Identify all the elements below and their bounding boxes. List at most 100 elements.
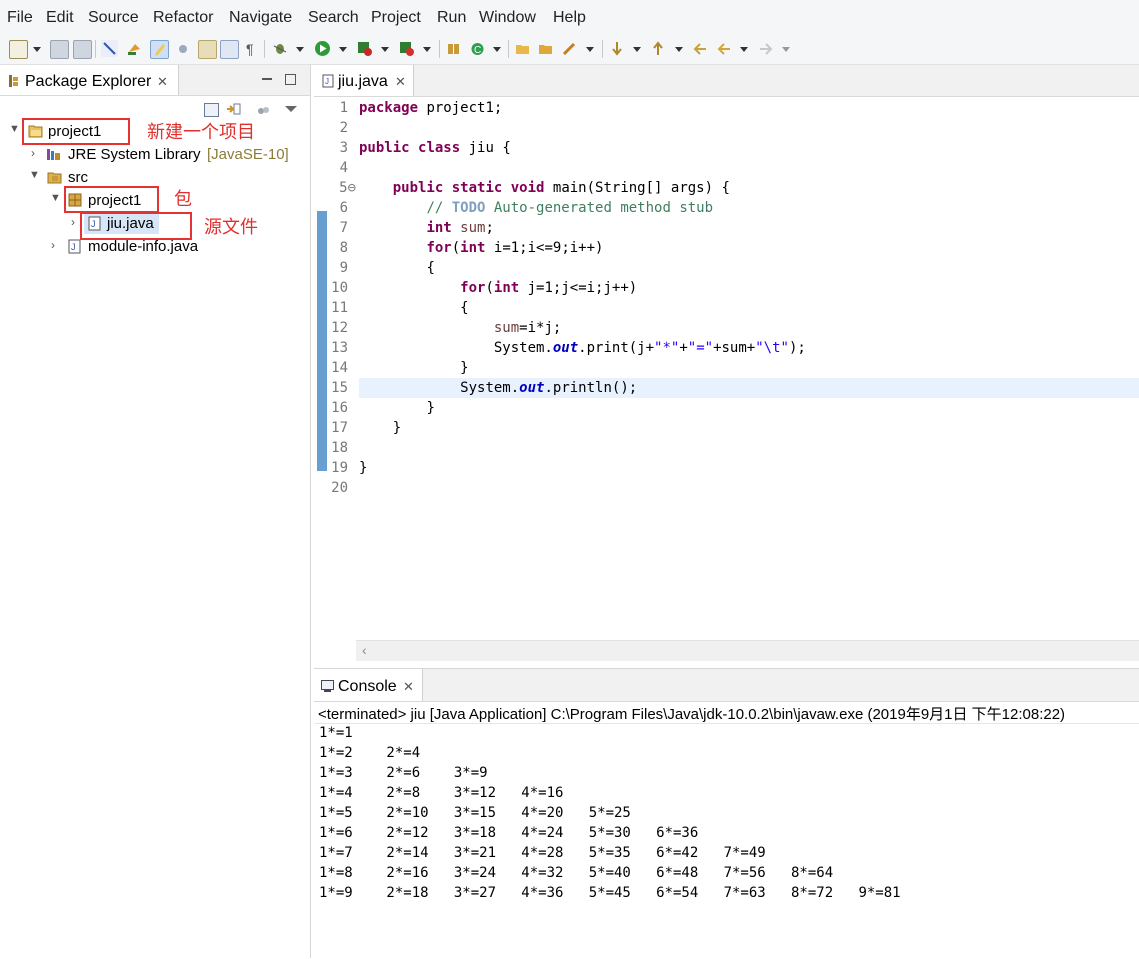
close-icon[interactable]: ✕	[395, 74, 406, 90]
forward-icon[interactable]	[757, 40, 774, 57]
line-number: 10	[331, 280, 348, 296]
run-icon[interactable]	[314, 40, 331, 57]
debug-dropdown-icon[interactable]	[296, 47, 304, 52]
search-dropdown-icon[interactable]	[586, 47, 594, 52]
show-whitespace-icon[interactable]: ¶	[243, 40, 260, 57]
menu-file[interactable]: File	[7, 9, 33, 27]
svg-text:J: J	[325, 77, 329, 86]
console-tab-label: Console	[338, 678, 397, 695]
maximize-icon[interactable]	[285, 74, 296, 85]
code-line-1[interactable]: package project1;	[359, 100, 502, 116]
menu-source[interactable]: Source	[88, 9, 139, 27]
menu-refactor[interactable]: Refactor	[153, 9, 213, 27]
code-line-7[interactable]: int sum;	[359, 220, 493, 236]
menu-search[interactable]: Search	[308, 9, 359, 27]
console-output-line: 1*=3 2*=6 3*=9	[319, 765, 488, 781]
code-line-13[interactable]: System.out.print(j+"*"+"="+sum+"\t");	[359, 340, 806, 356]
toggle-mark-icon[interactable]	[126, 40, 143, 57]
back-icon[interactable]	[716, 40, 733, 57]
previous-edit-dropdown-icon[interactable]	[675, 47, 683, 52]
tree-item-jre-library[interactable]: › JRE System Library [JavaSE-10]	[0, 144, 310, 166]
menu-run[interactable]: Run	[437, 9, 466, 27]
scroll-left-icon[interactable]: ‹	[362, 642, 367, 658]
package-explorer-panel: Package Explorer ✕ ▼ project1 › JRE Syst…	[0, 65, 311, 958]
chevron-right-icon[interactable]: ›	[31, 146, 35, 160]
line-number: 4	[339, 160, 348, 176]
filters-icon[interactable]	[257, 104, 269, 116]
tab-console[interactable]: Console ✕	[314, 669, 423, 701]
code-line-3[interactable]: public class jiu {	[359, 140, 511, 156]
code-line-6[interactable]: // TODO Auto-generated method stub	[359, 200, 713, 216]
new-java-package-icon[interactable]	[445, 40, 462, 57]
previous-edit-icon[interactable]	[650, 40, 667, 57]
line-number: 6	[339, 200, 348, 216]
toolbar-separator	[439, 40, 440, 58]
menu-edit[interactable]: Edit	[46, 9, 74, 27]
code-line-15[interactable]: System.out.println();	[359, 380, 637, 396]
search-icon[interactable]	[561, 40, 578, 57]
last-edit-location-icon[interactable]	[692, 40, 709, 57]
editor-header: J jiu.java ✕	[314, 65, 1139, 97]
new-class-dropdown-icon[interactable]	[493, 47, 501, 52]
code-line-12[interactable]: sum=i*j;	[359, 320, 561, 336]
code-line-19[interactable]: }	[359, 460, 367, 476]
coverage-icon[interactable]	[356, 40, 373, 57]
new-class-icon[interactable]: C	[469, 40, 486, 57]
close-icon[interactable]: ✕	[157, 74, 168, 90]
chevron-down-icon[interactable]: ▼	[9, 123, 20, 135]
toolbar-separator	[95, 40, 96, 58]
code-line-5[interactable]: public static void main(String[] args) {	[359, 180, 730, 196]
menu-window[interactable]: Window	[479, 9, 536, 27]
code-line-9[interactable]: {	[359, 260, 434, 276]
coverage-dropdown-icon[interactable]	[381, 47, 389, 52]
line-number: 15	[331, 380, 348, 396]
skip-breakpoints-icon[interactable]	[101, 40, 118, 57]
horizontal-scrollbar[interactable]: ‹	[356, 640, 1139, 661]
new-dropdown-icon[interactable]	[33, 47, 41, 52]
link-with-editor-icon[interactable]	[225, 102, 241, 116]
code-line-11[interactable]: {	[359, 300, 468, 316]
save-icon[interactable]	[50, 40, 69, 59]
next-annotation-icon[interactable]	[175, 40, 192, 57]
run-dropdown-icon[interactable]	[339, 47, 347, 52]
back-dropdown-icon[interactable]	[740, 47, 748, 52]
tab-package-explorer[interactable]: Package Explorer ✕	[0, 65, 179, 95]
line-number: 8	[339, 240, 348, 256]
menu-help[interactable]: Help	[553, 9, 586, 27]
external-tools-icon[interactable]	[398, 40, 415, 57]
chevron-right-icon[interactable]: ›	[51, 238, 55, 252]
line-number: 16	[331, 400, 348, 416]
chevron-down-icon[interactable]: ▼	[29, 169, 40, 181]
open-folder-icon[interactable]	[537, 40, 554, 57]
console-status: <terminated> jiu [Java Application] C:\P…	[318, 706, 1066, 723]
line-number[interactable]: 5⊖	[314, 180, 356, 196]
minimize-icon[interactable]	[262, 78, 272, 80]
close-icon[interactable]: ✕	[403, 679, 414, 695]
chevron-down-icon[interactable]: ▼	[50, 192, 61, 204]
code-line-17[interactable]: }	[359, 420, 401, 436]
forward-dropdown-icon[interactable]	[782, 47, 790, 52]
new-icon[interactable]	[9, 40, 28, 59]
chevron-right-icon[interactable]: ›	[71, 215, 75, 229]
view-menu-icon[interactable]	[285, 106, 297, 112]
console-output-line: 1*=7 2*=14 3*=21 4*=28 5*=35 6*=42 7*=49	[319, 845, 766, 861]
next-edit-icon[interactable]	[609, 40, 626, 57]
save-all-icon[interactable]	[73, 40, 92, 59]
open-task-icon[interactable]	[220, 40, 239, 59]
menu-project[interactable]: Project	[371, 9, 421, 27]
line-number: 17	[331, 420, 348, 436]
open-type-icon[interactable]	[198, 40, 217, 59]
console-output-line: 1*=5 2*=10 3*=15 4*=20 5*=25	[319, 805, 631, 821]
open-project-icon[interactable]	[514, 40, 531, 57]
highlight-icon[interactable]	[150, 40, 169, 59]
menu-navigate[interactable]: Navigate	[229, 9, 292, 27]
tab-jiu-java[interactable]: J jiu.java ✕	[314, 65, 414, 96]
code-line-8[interactable]: for(int i=1;i<=9;i++)	[359, 240, 603, 256]
next-edit-dropdown-icon[interactable]	[633, 47, 641, 52]
code-line-14[interactable]: }	[359, 360, 468, 376]
external-tools-dropdown-icon[interactable]	[423, 47, 431, 52]
code-line-10[interactable]: for(int j=1;j<=i;j++)	[359, 280, 637, 296]
debug-icon[interactable]	[272, 40, 289, 57]
collapse-all-icon[interactable]	[204, 103, 219, 117]
code-line-16[interactable]: }	[359, 400, 434, 416]
